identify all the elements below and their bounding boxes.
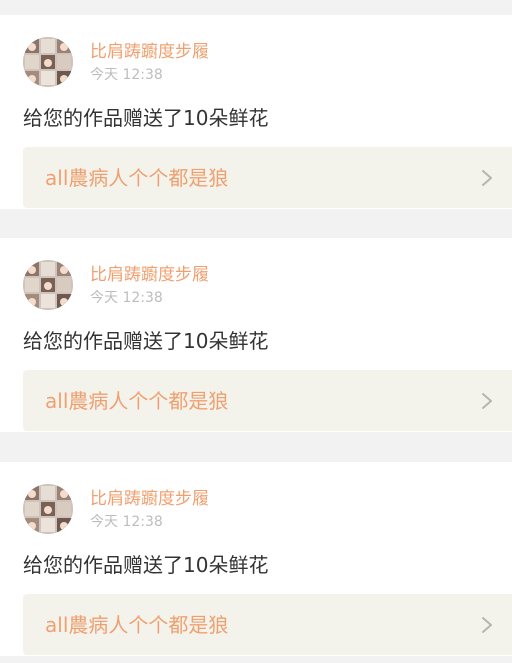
notification-message: 给您的作品赠送了10朵鲜花 (23, 106, 269, 130)
username[interactable]: 比肩踌躕度步履 (90, 265, 209, 285)
avatar[interactable] (23, 37, 73, 87)
work-title: all農病人个个都是狼 (45, 389, 229, 413)
timestamp: 今天 12:38 (90, 514, 163, 530)
chevron-right-icon (482, 617, 492, 633)
avatar-image (23, 260, 73, 310)
username[interactable]: 比肩踌躕度步履 (90, 489, 209, 509)
username[interactable]: 比肩踌躕度步履 (90, 42, 209, 62)
work-title: all農病人个个都是狼 (45, 166, 229, 190)
avatar[interactable] (23, 484, 73, 534)
notification-card: 比肩踌躕度步履 今天 12:38 给您的作品赠送了10朵鲜花 all農病人个个都… (0, 462, 512, 656)
notification-message: 给您的作品赠送了10朵鲜花 (23, 329, 269, 353)
work-title: all農病人个个都是狼 (45, 613, 229, 637)
work-link[interactable]: all農病人个个都是狼 (23, 370, 512, 431)
work-link[interactable]: all農病人个个都是狼 (23, 594, 512, 655)
notification-card: 比肩踌躕度步履 今天 12:38 给您的作品赠送了10朵鲜花 all農病人个个都… (0, 15, 512, 209)
avatar[interactable] (23, 260, 73, 310)
chevron-right-icon (482, 170, 492, 186)
avatar-image (23, 484, 73, 534)
timestamp: 今天 12:38 (90, 290, 163, 306)
notification-feed: 比肩踌躕度步履 今天 12:38 给您的作品赠送了10朵鲜花 all農病人个个都… (0, 0, 512, 663)
notification-card: 比肩踌躕度步履 今天 12:38 给您的作品赠送了10朵鲜花 all農病人个个都… (0, 238, 512, 432)
avatar-image (23, 37, 73, 87)
work-link[interactable]: all農病人个个都是狼 (23, 147, 512, 208)
chevron-right-icon (482, 393, 492, 409)
timestamp: 今天 12:38 (90, 67, 163, 83)
notification-message: 给您的作品赠送了10朵鲜花 (23, 553, 269, 577)
